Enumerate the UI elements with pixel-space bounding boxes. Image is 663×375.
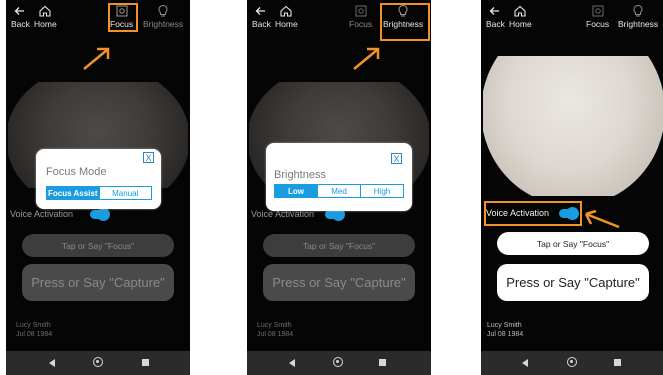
- brightness-selector: Low Med High: [274, 184, 404, 198]
- brightness-button[interactable]: Brightness: [618, 4, 658, 29]
- back-arrow-icon: [15, 7, 25, 15]
- pointer-arrow-icon: [584, 209, 620, 229]
- focus-action-label: Tap or Say "Focus": [61, 240, 135, 251]
- pointer-arrow-icon: [353, 47, 380, 70]
- focus-icon: [592, 5, 604, 17]
- brightness-dialog: Brightness X Low Med High: [266, 143, 412, 211]
- home-icon: [39, 5, 51, 17]
- capture-button[interactable]: Press or Say "Capture": [497, 264, 649, 301]
- nav-recent-icon[interactable]: [142, 359, 149, 366]
- capture-button[interactable]: Press or Say "Capture": [263, 264, 415, 301]
- focus-action-label: Tap or Say "Focus": [536, 238, 610, 249]
- home-button[interactable]: Home: [34, 4, 57, 29]
- capture-label: Press or Say "Capture": [272, 275, 406, 290]
- home-label: Home: [34, 19, 57, 29]
- voice-activation-label: Voice Activation: [486, 208, 550, 218]
- focus-mode-dialog: Focus Mode X Focus Assist Manual: [36, 149, 161, 209]
- back-label: Back: [252, 19, 271, 29]
- voice-activation-toggle[interactable]: [90, 208, 110, 221]
- android-nav-bar: [6, 351, 190, 375]
- dialog-close-button[interactable]: X: [143, 152, 154, 163]
- home-label: Home: [509, 19, 532, 29]
- pointer-arrow-icon: [83, 47, 110, 70]
- back-button[interactable]: Back: [252, 4, 271, 29]
- nav-back-icon[interactable]: [49, 359, 55, 367]
- back-label: Back: [11, 19, 30, 29]
- nav-recent-icon[interactable]: [379, 359, 386, 366]
- patient-name: Lucy Smith: [16, 322, 51, 329]
- focus-action-button[interactable]: Tap or Say "Focus": [497, 232, 649, 255]
- capture-label: Press or Say "Capture": [506, 275, 640, 290]
- focus-action-label: Tap or Say "Focus": [302, 240, 376, 251]
- patient-name: Lucy Smith: [257, 322, 292, 329]
- home-label: Home: [275, 19, 298, 29]
- nav-recent-icon[interactable]: [614, 359, 621, 366]
- camera-preview: [483, 56, 663, 196]
- brightness-button[interactable]: Brightness: [143, 4, 183, 29]
- patient-dob: Jul 08 1984: [487, 331, 524, 338]
- focus-button[interactable]: Focus: [586, 4, 609, 29]
- back-arrow-icon: [256, 7, 266, 15]
- home-button[interactable]: Home: [275, 4, 298, 29]
- home-button[interactable]: Home: [509, 4, 532, 29]
- option-focus-assist[interactable]: Focus Assist: [47, 187, 99, 199]
- dialog-title: Brightness: [274, 169, 326, 181]
- home-icon: [280, 5, 292, 17]
- brightness-label: Brightness: [618, 19, 659, 29]
- lightbulb-icon: [158, 4, 168, 17]
- lightbulb-icon: [633, 4, 643, 17]
- nav-home-icon[interactable]: [93, 357, 103, 367]
- phone-screen-brightness: Back Home Focus Brightness Voice Activat…: [247, 0, 431, 375]
- option-low[interactable]: Low: [275, 185, 317, 197]
- nav-home-icon[interactable]: [567, 357, 577, 367]
- brightness-highlight-box: [380, 3, 430, 41]
- option-med[interactable]: Med: [317, 185, 360, 197]
- option-manual[interactable]: Manual: [98, 187, 152, 199]
- focus-icon: [355, 5, 367, 17]
- back-arrow-icon: [490, 7, 500, 15]
- top-toolbar: Back Home Focus Brightness: [6, 0, 190, 44]
- nav-home-icon[interactable]: [333, 357, 343, 367]
- android-nav-bar: [481, 351, 663, 375]
- focus-button[interactable]: Focus: [349, 4, 372, 29]
- voice-activation-toggle[interactable]: [559, 207, 579, 220]
- capture-button[interactable]: Press or Say "Capture": [22, 264, 174, 301]
- option-high[interactable]: High: [360, 185, 403, 197]
- focus-label: Focus: [349, 19, 373, 29]
- brightness-label: Brightness: [143, 19, 184, 29]
- dialog-close-button[interactable]: X: [391, 153, 402, 164]
- phone-screen-focus-mode: Back Home Focus Brightness Voice Activat…: [6, 0, 190, 375]
- voice-activation-toggle[interactable]: [325, 208, 345, 221]
- patient-name: Lucy Smith: [487, 322, 522, 329]
- capture-label: Press or Say "Capture": [31, 275, 165, 290]
- focus-action-button[interactable]: Tap or Say "Focus": [263, 234, 415, 257]
- focus-action-button[interactable]: Tap or Say "Focus": [22, 234, 174, 257]
- nav-back-icon[interactable]: [522, 359, 528, 367]
- back-button[interactable]: Back: [486, 4, 505, 29]
- focus-highlight-box: [108, 3, 138, 32]
- voice-activation-label: Voice Activation: [10, 209, 74, 219]
- focus-mode-selector: Focus Assist Manual: [46, 186, 152, 200]
- top-toolbar: Back Home Focus Brightness: [481, 0, 663, 44]
- focus-label: Focus: [586, 19, 610, 29]
- nav-back-icon[interactable]: [289, 359, 295, 367]
- dialog-title: Focus Mode: [46, 166, 107, 178]
- patient-info: Lucy Smith Jul 08 1984: [16, 321, 52, 339]
- patient-info: Lucy Smith Jul 08 1984: [257, 321, 293, 339]
- patient-info: Lucy Smith Jul 08 1984: [487, 321, 523, 339]
- home-icon: [514, 5, 526, 17]
- android-nav-bar: [247, 351, 431, 375]
- phone-screen-voice-activation: Back Home Focus Brightness Voice Activat…: [481, 0, 663, 375]
- patient-dob: Jul 08 1984: [257, 331, 294, 338]
- back-label: Back: [486, 19, 505, 29]
- back-button[interactable]: Back: [11, 4, 30, 29]
- patient-dob: Jul 08 1984: [16, 331, 53, 338]
